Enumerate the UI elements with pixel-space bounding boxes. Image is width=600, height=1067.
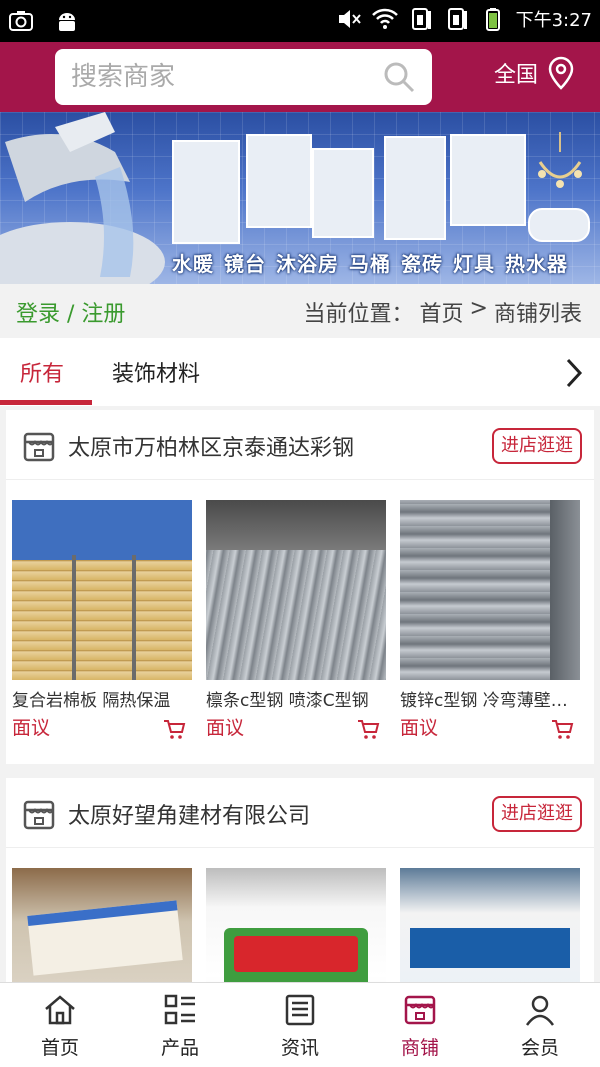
range-hood-image — [450, 134, 526, 226]
banner-category: 水暖 — [172, 252, 214, 276]
login-register-link[interactable]: 登录 / 注册 — [16, 296, 125, 328]
breadcrumb-current: 商铺列表 — [493, 302, 582, 327]
product-card[interactable]: 镀锌c型钢 冷弯薄壁型钢 面议 — [400, 500, 580, 745]
wifi-icon — [371, 8, 398, 29]
nav-news[interactable]: 资讯 — [240, 983, 360, 1067]
product-image[interactable] — [400, 500, 580, 680]
chevron-right-icon[interactable] — [562, 356, 586, 390]
status-time: 下午3:27 — [515, 10, 592, 31]
tab-decoration-materials[interactable]: 装饰材料 — [112, 356, 200, 388]
chandelier-image — [538, 132, 582, 188]
android-icon — [59, 13, 75, 31]
tap-image — [246, 134, 312, 228]
product-name[interactable]: 檩条c型钢 喷漆C型钢 — [206, 686, 386, 711]
shop-icon — [404, 995, 436, 1025]
product-name[interactable]: 镀锌c型钢 冷弯薄壁型钢 — [400, 686, 580, 711]
breadcrumb-bar: 登录 / 注册 当前位置： 首页 > 商铺列表 — [0, 284, 600, 338]
battery-icon — [485, 8, 500, 31]
banner-category-labels: 水暖 镜台 沐浴房 马桶 瓷砖 灯具 热水器 — [172, 248, 568, 277]
status-left — [8, 8, 80, 34]
bottom-navigation: 首页 产品 资讯 商铺 会员 — [0, 982, 600, 1067]
storefront-icon — [23, 432, 55, 462]
product-image[interactable] — [206, 868, 386, 982]
user-icon — [525, 995, 555, 1026]
sim1-icon — [411, 8, 431, 30]
tab-all[interactable]: 所有 — [20, 356, 64, 388]
breadcrumb-prefix: 当前位置： — [303, 302, 414, 327]
product-image[interactable] — [12, 500, 192, 680]
vanity-image — [172, 140, 240, 244]
breadcrumb: 当前位置： 首页 > 商铺列表 — [304, 296, 582, 328]
status-bar: 下午3:27 — [0, 0, 600, 42]
nav-products[interactable]: 产品 — [120, 983, 240, 1067]
category-tabs: 所有 装饰材料 — [0, 338, 600, 406]
app-header: 全国 — [0, 42, 600, 112]
camera-icon — [9, 11, 33, 31]
product-price: 面议 — [400, 717, 439, 739]
banner-category: 热水器 — [505, 252, 568, 276]
product-footer: 面议 — [206, 711, 386, 745]
product-price: 面议 — [12, 717, 51, 739]
status-right: 下午3:27 — [336, 6, 592, 32]
nav-label: 产品 — [160, 1037, 199, 1059]
news-icon — [285, 994, 315, 1026]
shop-card: 太原好望角建材有限公司 进店逛逛 — [6, 778, 594, 982]
cart-icon[interactable] — [162, 717, 186, 741]
banner-category: 瓷砖 — [401, 252, 443, 276]
product-card[interactable] — [206, 868, 386, 982]
banner-category: 灯具 — [453, 252, 495, 276]
cart-icon[interactable] — [550, 717, 574, 741]
product-price: 面议 — [206, 717, 245, 739]
product-footer: 面议 — [12, 711, 192, 745]
nav-shops[interactable]: 商铺 — [360, 983, 480, 1067]
nav-member[interactable]: 会员 — [480, 983, 600, 1067]
location-pin-icon — [548, 56, 574, 90]
toilet-image — [312, 148, 374, 238]
search-box[interactable] — [55, 49, 432, 105]
shop-name[interactable]: 太原好望角建材有限公司 — [68, 798, 310, 830]
product-card[interactable]: 檩条c型钢 喷漆C型钢 面议 — [206, 500, 386, 745]
list-icon — [164, 994, 195, 1025]
product-image[interactable] — [206, 500, 386, 680]
active-tab-indicator — [0, 400, 92, 405]
storefront-icon — [23, 800, 55, 830]
breadcrumb-separator: > — [469, 296, 488, 321]
nav-label: 会员 — [520, 1037, 559, 1059]
product-name[interactable]: 复合岩棉板 隔热保温 — [12, 686, 192, 711]
banner-category: 马桶 — [349, 252, 391, 276]
shop-header[interactable]: 太原市万柏林区京泰通达彩钢 进店逛逛 — [6, 410, 594, 480]
product-card[interactable] — [12, 868, 192, 982]
water-heater-image — [528, 208, 590, 242]
faucet-image — [0, 112, 165, 284]
cart-icon[interactable] — [356, 717, 380, 741]
region-selector[interactable]: 全国 — [494, 56, 576, 90]
mute-icon — [338, 10, 361, 28]
shop-card: 太原市万柏林区京泰通达彩钢 进店逛逛 复合岩棉板 隔热保温 面议 檩条c型钢 喷… — [6, 410, 594, 764]
shop-name[interactable]: 太原市万柏林区京泰通达彩钢 — [68, 430, 354, 462]
nav-label: 首页 — [40, 1037, 79, 1059]
product-image[interactable] — [12, 868, 192, 982]
banner-category: 沐浴房 — [276, 252, 339, 276]
search-input[interactable] — [71, 57, 371, 97]
product-card[interactable] — [400, 868, 580, 982]
nav-home[interactable]: 首页 — [0, 983, 120, 1067]
nav-label: 商铺 — [400, 1037, 439, 1059]
product-footer: 面议 — [400, 711, 580, 745]
search-icon[interactable] — [382, 60, 416, 94]
nav-label: 资讯 — [280, 1037, 319, 1059]
product-image[interactable] — [400, 868, 580, 982]
visit-shop-button[interactable]: 进店逛逛 — [492, 796, 582, 832]
sim2-icon — [447, 8, 467, 30]
visit-shop-button[interactable]: 进店逛逛 — [492, 428, 582, 464]
shower-room-image — [384, 136, 446, 240]
product-row — [6, 848, 594, 982]
breadcrumb-home[interactable]: 首页 — [420, 296, 464, 328]
product-row: 复合岩棉板 隔热保温 面议 檩条c型钢 喷漆C型钢 面议 镀锌c型钢 冷弯薄壁型… — [6, 480, 594, 745]
banner-category: 镜台 — [224, 252, 266, 276]
region-label: 全国 — [494, 63, 539, 88]
shop-header[interactable]: 太原好望角建材有限公司 进店逛逛 — [6, 778, 594, 848]
home-icon — [45, 995, 75, 1025]
product-card[interactable]: 复合岩棉板 隔热保温 面议 — [12, 500, 192, 745]
promo-banner[interactable]: 水暖 镜台 沐浴房 马桶 瓷砖 灯具 热水器 — [0, 112, 600, 284]
